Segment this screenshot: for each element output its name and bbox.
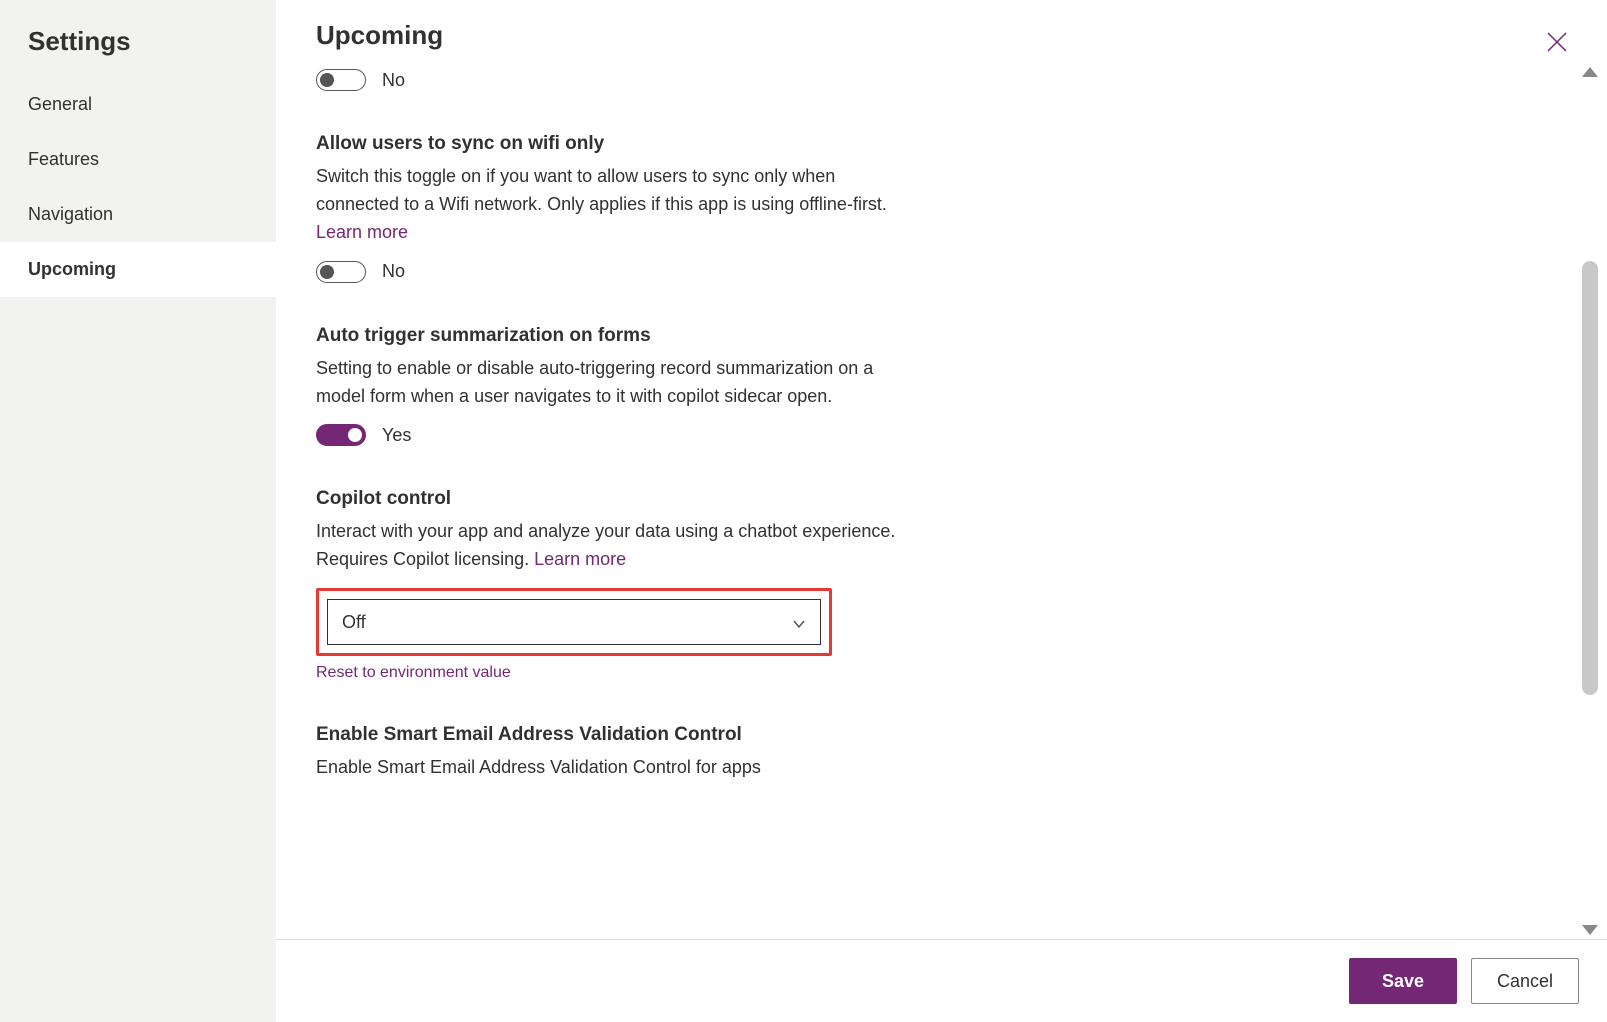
close-icon xyxy=(1546,31,1568,58)
sidebar: Settings General Features Navigation Upc… xyxy=(0,0,276,1022)
chevron-down-icon xyxy=(792,615,806,629)
toggle-partial-top[interactable] xyxy=(316,69,366,91)
setting-description: Switch this toggle on if you want to all… xyxy=(316,163,916,247)
setting-description: Setting to enable or disable auto-trigge… xyxy=(316,355,916,411)
sidebar-item-features[interactable]: Features xyxy=(0,132,276,187)
setting-copilot-control: Copilot control Interact with your app a… xyxy=(316,488,916,682)
footer: Save Cancel xyxy=(276,939,1607,1022)
copilot-control-select[interactable]: Off xyxy=(327,599,821,645)
scroll-down-icon[interactable] xyxy=(1582,925,1598,935)
sidebar-item-navigation[interactable]: Navigation xyxy=(0,187,276,242)
settings-content: No Allow users to sync on wifi only Swit… xyxy=(276,63,1573,939)
reset-to-environment-link[interactable]: Reset to environment value xyxy=(316,664,511,682)
setting-title: Auto trigger summarization on forms xyxy=(316,325,916,347)
setting-title: Allow users to sync on wifi only xyxy=(316,133,916,155)
scroll-up-icon[interactable] xyxy=(1582,67,1598,77)
setting-wifi-only: Allow users to sync on wifi only Switch … xyxy=(316,133,916,283)
toggle-wifi-only[interactable] xyxy=(316,261,366,283)
toggle-label: No xyxy=(382,261,405,282)
highlight-box: Off xyxy=(316,588,832,656)
sidebar-item-general[interactable]: General xyxy=(0,77,276,132)
scrollbar[interactable] xyxy=(1573,63,1607,939)
toggle-auto-summarization[interactable] xyxy=(316,424,366,446)
learn-more-link[interactable]: Learn more xyxy=(316,222,408,242)
toggle-label: No xyxy=(382,70,405,91)
page-title: Upcoming xyxy=(316,20,1567,51)
setting-description: Enable Smart Email Address Validation Co… xyxy=(316,754,916,782)
close-button[interactable] xyxy=(1543,30,1571,58)
scroll-track[interactable] xyxy=(1582,261,1598,881)
cancel-button[interactable]: Cancel xyxy=(1471,958,1579,1004)
setting-title: Enable Smart Email Address Validation Co… xyxy=(316,724,916,746)
setting-auto-summarization: Auto trigger summarization on forms Sett… xyxy=(316,325,916,447)
setting-smart-email-validation: Enable Smart Email Address Validation Co… xyxy=(316,724,916,782)
sidebar-title: Settings xyxy=(0,0,276,77)
main-header: Upcoming xyxy=(276,0,1607,63)
select-value: Off xyxy=(342,612,366,633)
setting-title: Copilot control xyxy=(316,488,916,510)
toggle-label: Yes xyxy=(382,425,411,446)
scroll-thumb[interactable] xyxy=(1582,261,1598,695)
main-panel: Upcoming No Allow users to sync on wifi … xyxy=(276,0,1607,1022)
save-button[interactable]: Save xyxy=(1349,958,1457,1004)
sidebar-item-upcoming[interactable]: Upcoming xyxy=(0,242,276,297)
setting-partial-top: No xyxy=(316,69,916,91)
learn-more-link[interactable]: Learn more xyxy=(534,549,626,569)
setting-description: Interact with your app and analyze your … xyxy=(316,518,916,574)
